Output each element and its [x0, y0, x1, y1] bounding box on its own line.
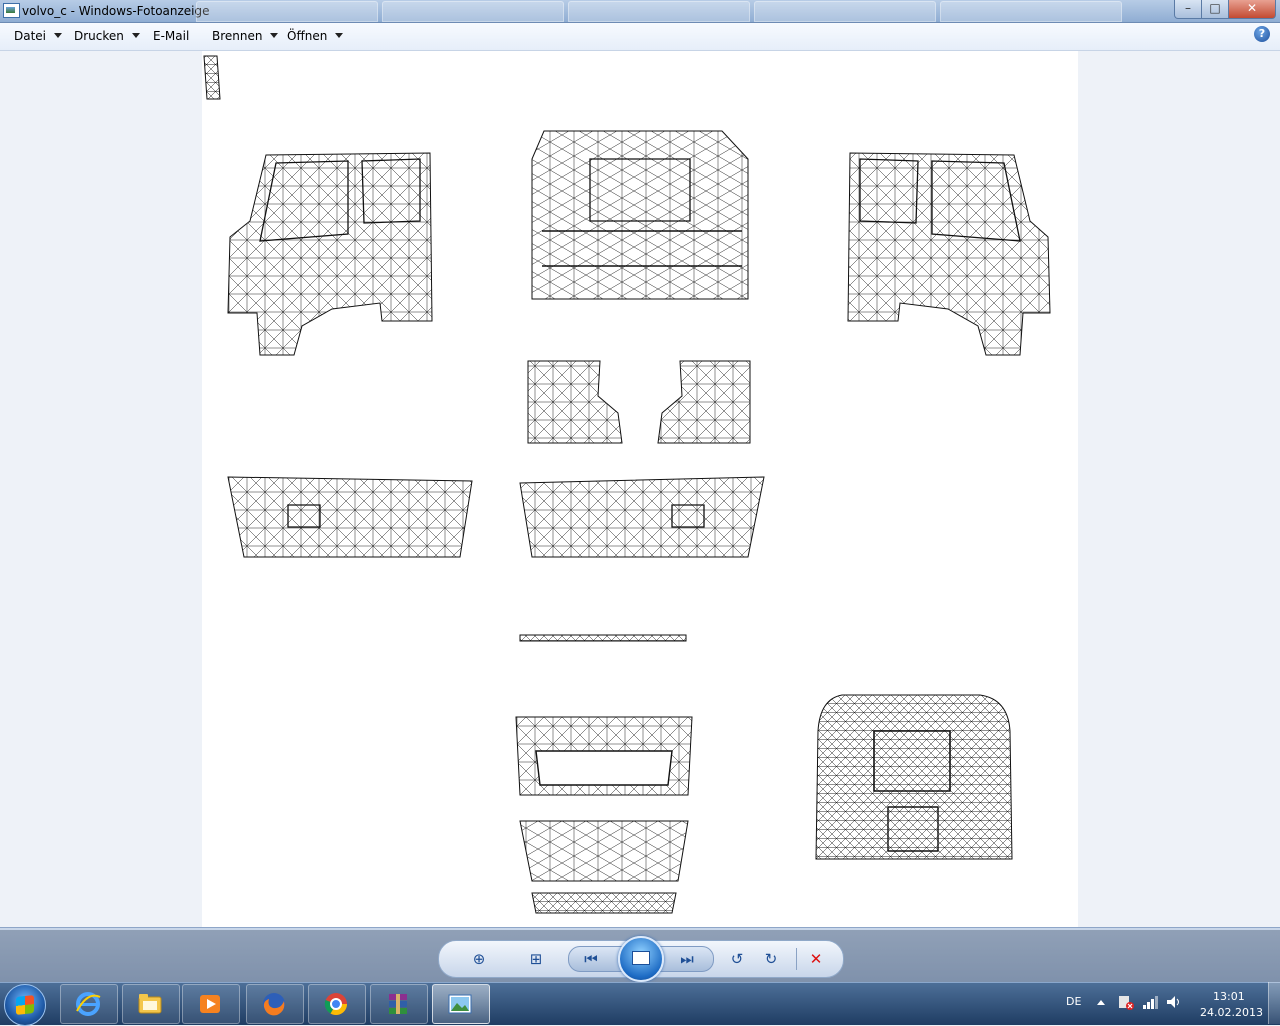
volume-icon[interactable] — [1166, 995, 1182, 1009]
internet-explorer-icon — [76, 992, 101, 1016]
firefox-icon — [263, 993, 285, 1016]
delete-icon[interactable]: ✕ — [805, 949, 827, 969]
menu-label: Öffnen — [287, 29, 328, 43]
language-indicator[interactable]: DE — [1066, 995, 1081, 1008]
menu-label: Datei — [14, 29, 47, 43]
background-window-tab — [940, 1, 1122, 22]
menu-bar: Datei Drucken E-Mail Brennen Öffnen — [0, 23, 1280, 51]
menu-brennen[interactable]: Brennen — [212, 29, 279, 43]
background-window-tab — [196, 1, 378, 22]
menu-datei[interactable]: Datei — [14, 29, 63, 43]
clock-date[interactable]: 24.02.2013 — [1200, 1006, 1263, 1019]
actual-size-icon[interactable]: ⊞ — [525, 949, 547, 969]
menu-label: Brennen — [212, 29, 263, 43]
background-window-tab — [568, 1, 750, 22]
windows-explorer-icon — [138, 994, 162, 1014]
photo-viewer-app-icon[interactable] — [3, 3, 20, 18]
chevron-down-icon — [270, 33, 279, 38]
rotate-right-icon[interactable]: ↻ — [760, 949, 782, 969]
zoom-icon[interactable]: ⊕ — [468, 949, 490, 969]
divider — [796, 948, 797, 970]
displayed-image[interactable] — [202, 51, 1078, 927]
chevron-down-icon — [131, 33, 140, 38]
taskbar-chrome[interactable] — [308, 984, 366, 1024]
slideshow-icon[interactable] — [618, 936, 664, 982]
help-icon[interactable]: ? — [1254, 26, 1270, 42]
media-player-icon — [200, 995, 220, 1013]
taskbar-winrar[interactable] — [370, 984, 428, 1024]
background-window-tab — [754, 1, 936, 22]
action-center-icon[interactable] — [1118, 994, 1134, 1010]
menu-label: Drucken — [74, 29, 124, 43]
close-button[interactable]: ✕ — [1228, 0, 1276, 19]
taskbar-media-player[interactable] — [182, 984, 240, 1024]
background-window-tab — [382, 1, 564, 22]
start-button[interactable] — [4, 984, 46, 1026]
truck-cab-wireframe-texture — [203, 55, 1051, 914]
taskbar-windows-explorer[interactable] — [122, 984, 180, 1024]
minimize-button[interactable]: – — [1174, 0, 1202, 19]
taskbar-photo-viewer[interactable] — [432, 984, 490, 1024]
maximize-button[interactable]: □ — [1201, 0, 1229, 19]
chevron-down-icon — [335, 33, 344, 38]
taskbar-internet-explorer[interactable] — [60, 984, 118, 1024]
show-desktop-button[interactable] — [1268, 982, 1280, 1024]
show-hidden-icons-icon[interactable] — [1096, 998, 1106, 1006]
chevron-down-icon — [54, 33, 63, 38]
window-title: volvo_c - Windows-Fotoanzeige — [22, 4, 210, 18]
winrar-icon — [389, 994, 407, 1014]
menu-label: E-Mail — [153, 29, 190, 43]
menu-email[interactable]: E-Mail — [153, 29, 189, 43]
network-icon[interactable] — [1142, 995, 1158, 1009]
rotate-left-icon[interactable]: ↺ — [726, 949, 748, 969]
title-bar[interactable]: volvo_c - Windows-Fotoanzeige – □ ✕ — [0, 0, 1280, 23]
taskbar-firefox[interactable] — [246, 984, 304, 1024]
clock-time[interactable]: 13:01 — [1213, 990, 1245, 1003]
next-icon[interactable]: ⏭ — [676, 949, 698, 969]
menu-drucken[interactable]: Drucken — [74, 29, 140, 43]
chrome-icon — [324, 993, 347, 1015]
menu-oeffnen[interactable]: Öffnen — [287, 29, 344, 43]
photo-viewer-icon — [448, 994, 472, 1014]
previous-icon[interactable]: ⏮ — [580, 949, 602, 969]
